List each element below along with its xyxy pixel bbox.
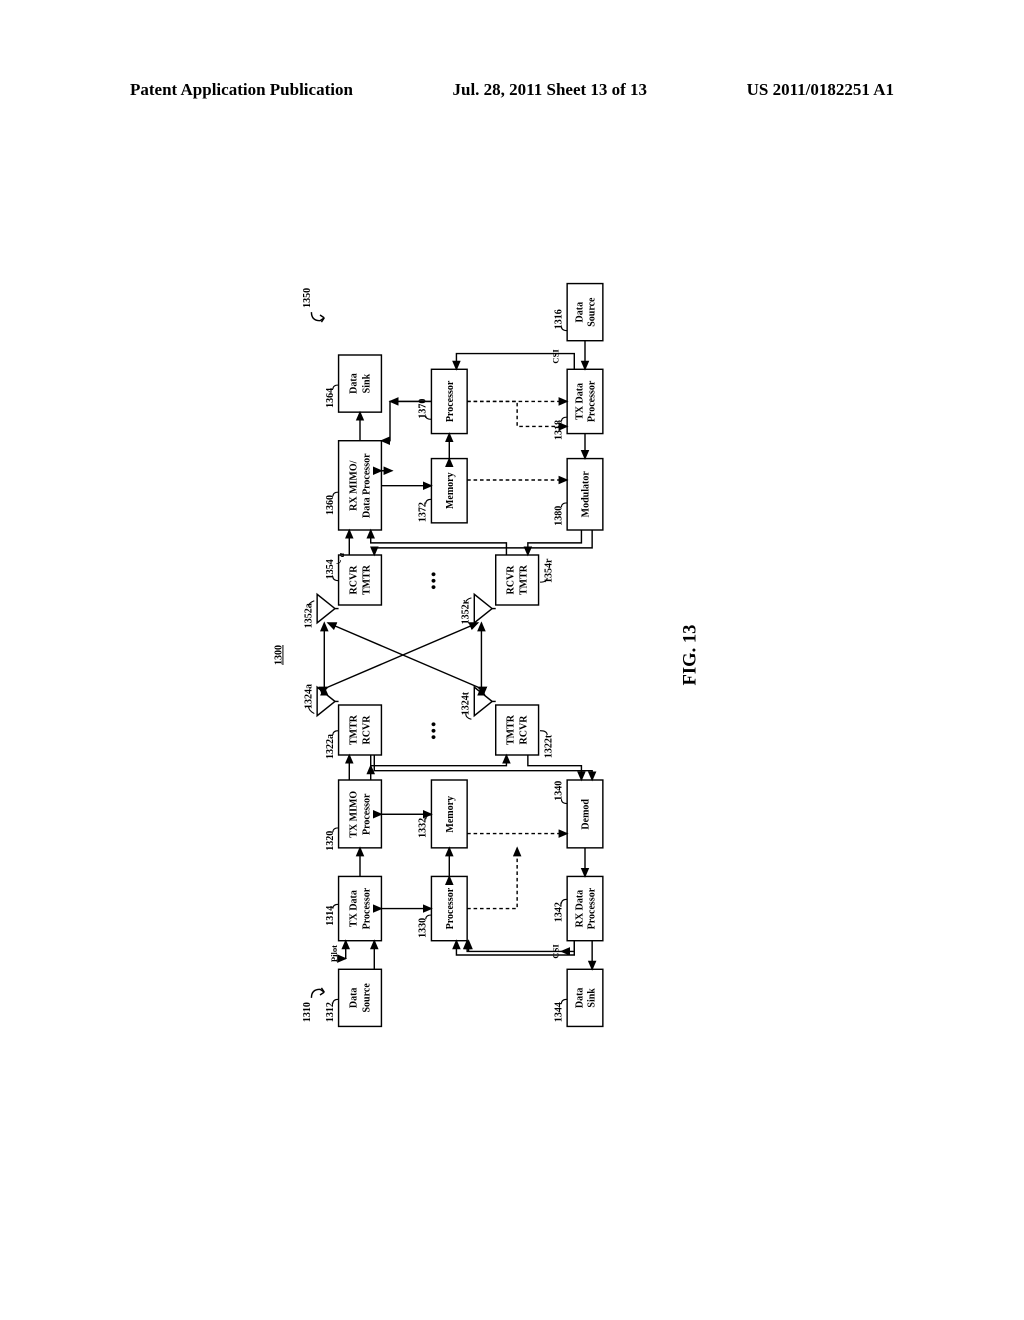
block-data-sink-right-l2: Sink <box>361 373 372 393</box>
block-rcvr-tmtr-r-l1: RCVR <box>506 565 517 595</box>
block-data-sink-left-l1: Data <box>574 988 585 1009</box>
header-left: Patent Application Publication <box>130 80 353 100</box>
ref-1314: 1314 <box>325 906 336 926</box>
block-rcvr-tmtr-r-l2: TMTR <box>519 564 530 595</box>
block-processor-right: Processor <box>445 380 456 422</box>
block-data-source-left-l1: Data <box>349 988 360 1009</box>
block-rx-data-left-l2: Processor <box>586 887 597 929</box>
ref-1320: 1320 <box>325 831 336 851</box>
figure-13: 1300 1310 1350 Data Source 1312 TX Data … <box>35 255 985 1055</box>
ref-1372: 1372 <box>418 502 429 522</box>
ref-1312: 1312 <box>325 1002 336 1022</box>
ref-1310: 1310 <box>302 1002 313 1022</box>
block-tmtr-rcvr-a-l1: TMTR <box>349 714 360 745</box>
block-tx-data-right-l2: Processor <box>586 380 597 422</box>
block-data-sink-right-l1: Data <box>349 373 360 394</box>
ref-1350: 1350 <box>302 288 313 308</box>
ref-1360: 1360 <box>325 495 336 515</box>
block-tx-mimo-l1: TX MIMO <box>349 791 360 838</box>
block-rx-data-left-l1: RX Data <box>574 890 585 928</box>
block-rcvr-tmtr-a-l2: TMTR <box>361 564 372 595</box>
ref-1300: 1300 <box>273 645 284 665</box>
block-demod: Demod <box>581 799 592 830</box>
ref-1318: 1318 <box>553 420 564 440</box>
ref-1354: 1354 <box>325 559 336 579</box>
ref-1324a: 1324a <box>303 684 314 709</box>
block-data-source-right-l2: Source <box>586 297 597 327</box>
block-tmtr-rcvr-t-l1: TMTR <box>506 714 517 745</box>
ref-1342: 1342 <box>553 902 564 922</box>
ref-1322a: 1322a <box>325 734 336 759</box>
block-tx-data-left-l1: TX Data <box>349 890 360 927</box>
ref-1332: 1332 <box>418 818 429 838</box>
ref-1352a: 1352a <box>303 603 314 628</box>
block-rcvr-tmtr-a-l1: RCVR <box>349 565 360 595</box>
block-tx-data-right-l1: TX Data <box>574 383 585 420</box>
label-pilot: Pilot <box>329 945 339 962</box>
block-rx-mimo-l1: RX MIMO/ <box>349 460 360 510</box>
block-data-source-left-l2: Source <box>361 983 372 1013</box>
header-right: US 2011/0182251 A1 <box>747 80 894 100</box>
block-processor-left: Processor <box>445 887 456 929</box>
block-memory-right: Memory <box>445 472 456 509</box>
ellipsis-right: ••• <box>426 570 442 589</box>
label-a-suffix: a <box>336 552 346 557</box>
header-center: Jul. 28, 2011 Sheet 13 of 13 <box>453 80 648 100</box>
ref-1316: 1316 <box>553 309 564 329</box>
ref-1324t: 1324t <box>461 691 472 715</box>
block-tx-mimo-l2: Processor <box>361 793 372 835</box>
block-rx-mimo-l2: Data Processor <box>361 453 372 518</box>
block-data-source-right-l1: Data <box>574 302 585 323</box>
ref-1330: 1330 <box>418 918 429 938</box>
ref-1354r: 1354r <box>543 558 554 583</box>
block-modulator: Modulator <box>581 471 592 518</box>
block-tmtr-rcvr-a-l2: RCVR <box>361 715 372 745</box>
ref-1340: 1340 <box>553 781 564 801</box>
block-tx-data-left-l2: Processor <box>361 887 372 929</box>
block-data-sink-left-l2: Sink <box>586 988 597 1008</box>
figure-caption: FIG. 13 <box>680 625 701 686</box>
ref-1364: 1364 <box>325 388 336 408</box>
label-csi-right: CSI <box>550 349 560 364</box>
ellipsis-left: ••• <box>426 720 442 739</box>
ref-1352r: 1352r <box>461 599 472 624</box>
block-tmtr-rcvr-t-l2: RCVR <box>519 715 530 745</box>
ref-1344: 1344 <box>553 1002 564 1022</box>
block-memory-left: Memory <box>445 796 456 833</box>
ref-1380: 1380 <box>553 506 564 526</box>
ref-1322t: 1322t <box>543 734 554 758</box>
